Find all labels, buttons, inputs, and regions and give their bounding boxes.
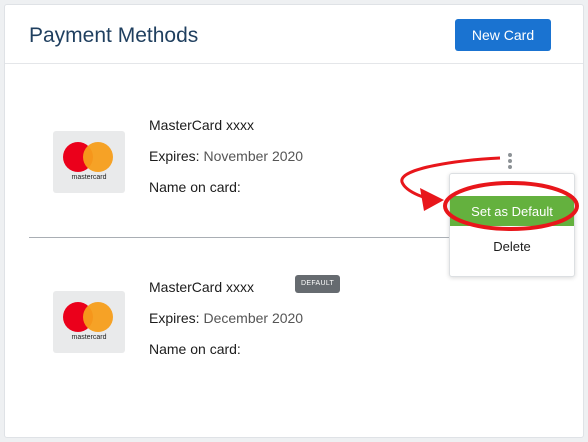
name-on-card-label: Name on card:: [149, 179, 241, 195]
page-title: Payment Methods: [29, 24, 199, 47]
card-name: MasterCard xxxx: [149, 117, 255, 133]
panel-header: Payment Methods New Card: [5, 5, 583, 64]
card-details: MasterCard xxxx Expires: November 2020 N…: [149, 115, 303, 208]
expires-label: Expires:: [149, 148, 200, 164]
logo-text: mastercard: [71, 334, 107, 341]
mastercard-logo-icon: mastercard: [53, 131, 125, 193]
expires-value: November 2020: [203, 148, 304, 164]
mastercard-circles: [63, 142, 115, 172]
expires-value: December 2020: [203, 310, 304, 326]
card-divider: [29, 237, 449, 238]
mastercard-circles: [63, 302, 115, 332]
card-name: MasterCard xxxx: [149, 279, 255, 295]
new-card-button[interactable]: New Card: [455, 19, 551, 51]
logo-text: mastercard: [71, 174, 107, 181]
default-badge: DEFAULT: [295, 275, 341, 293]
kebab-menu-icon[interactable]: [505, 153, 515, 175]
expires-label: Expires:: [149, 310, 200, 326]
mastercard-logo-icon: mastercard: [53, 291, 125, 353]
payment-methods-panel: Payment Methods New Card mastercard Mast…: [4, 4, 584, 438]
card-expiry: Expires: November 2020: [149, 146, 303, 166]
name-on-card-label: Name on card:: [149, 341, 241, 357]
card-item: mastercard MasterCard xxxx Expires: Dece…: [5, 239, 583, 389]
card-expiry: Expires: December 2020: [149, 308, 303, 328]
card-item: mastercard MasterCard xxxx Expires: Nove…: [5, 65, 583, 277]
set-as-default-menu-item[interactable]: Set as Default: [450, 196, 574, 226]
card-details: MasterCard xxxx Expires: December 2020 N…: [149, 277, 303, 370]
